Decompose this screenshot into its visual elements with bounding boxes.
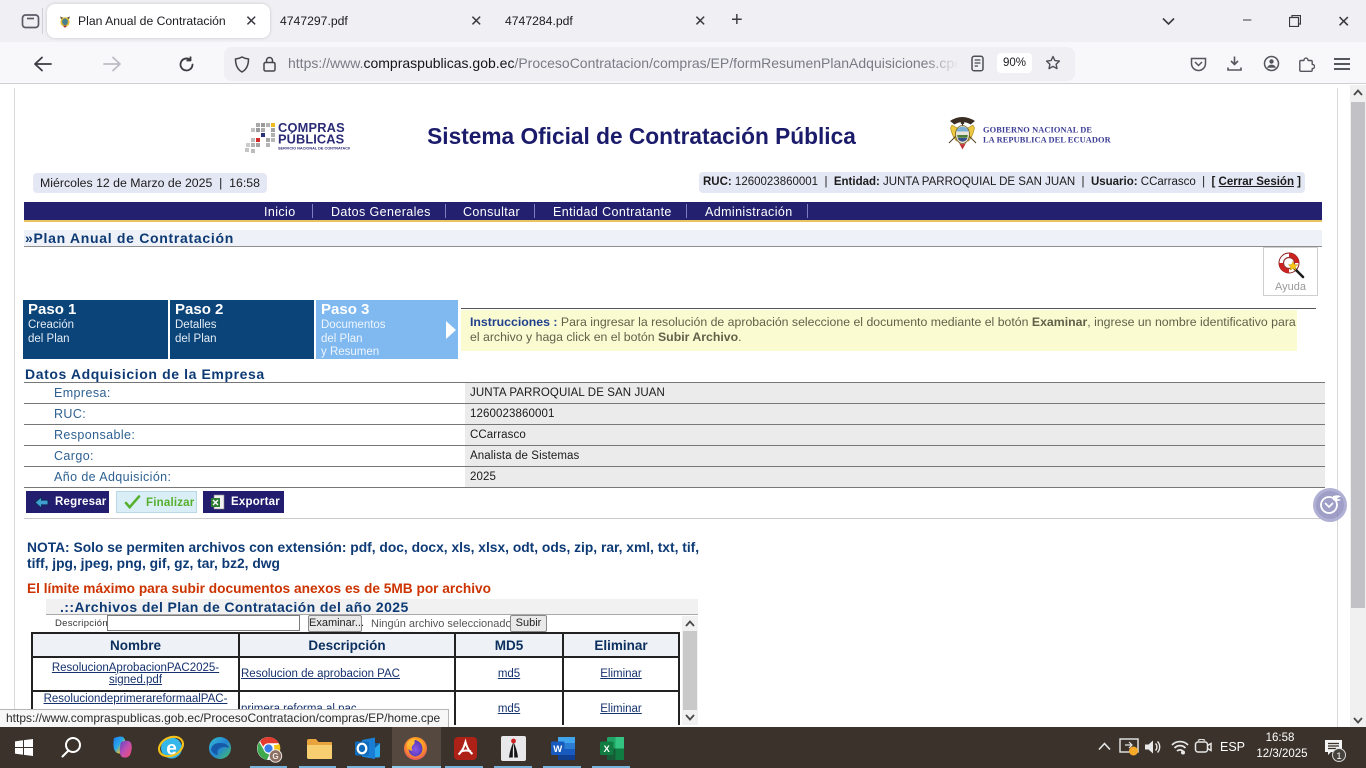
svg-text:LA REPUBLICA DEL ECUADOR: LA REPUBLICA DEL ECUADOR bbox=[983, 136, 1112, 145]
svg-text:X: X bbox=[604, 744, 611, 755]
svg-text:G: G bbox=[272, 752, 278, 761]
svg-text:1: 1 bbox=[1336, 751, 1341, 762]
svg-text:GOBIERNO NACIONAL DE: GOBIERNO NACIONAL DE bbox=[983, 126, 1092, 135]
svg-text:W: W bbox=[553, 744, 562, 755]
